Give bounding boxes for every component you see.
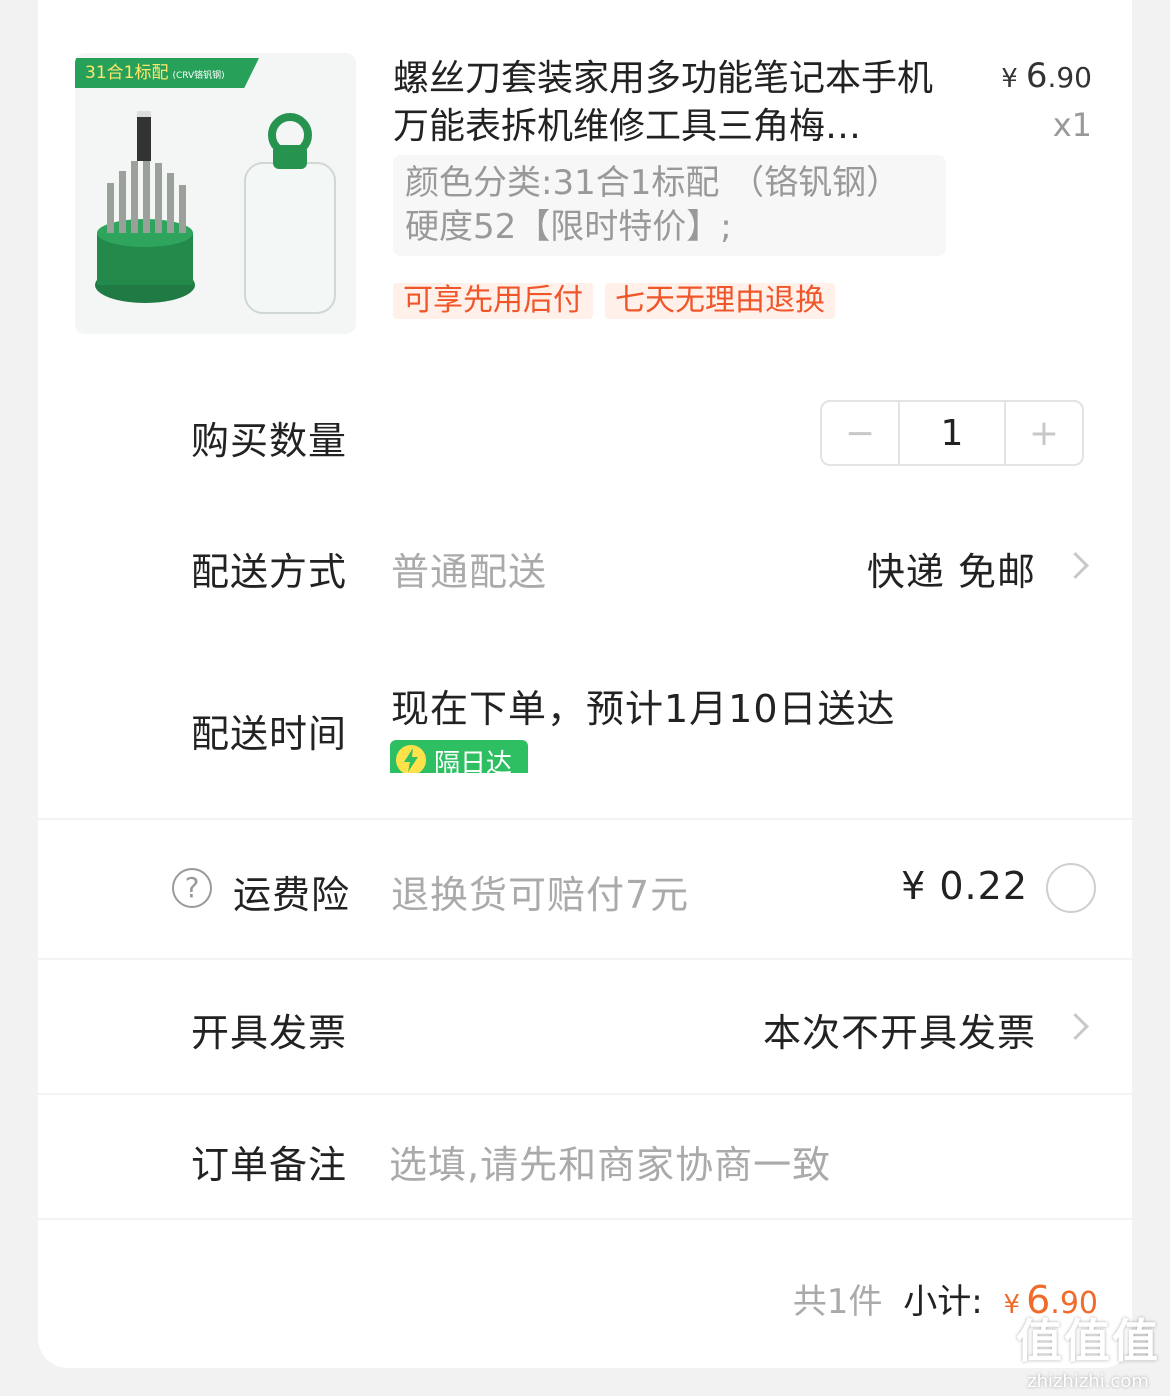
note-label: 订单备注 [191, 1143, 348, 1187]
price-symbol: ¥ [1001, 64, 1018, 94]
divider [38, 1093, 1132, 1095]
watermark-logo: 值值值 [1016, 1314, 1160, 1368]
note-input[interactable]: 选填,请先和商家协商一致 [389, 1134, 831, 1189]
minus-button[interactable]: − [822, 402, 898, 464]
next-day-badge: 隔日达 [390, 740, 528, 773]
insurance-label: 运费险 [233, 873, 351, 917]
sku-info[interactable]: 颜色分类:31合1标配 （铬钒钢）硬度52【限时特价】; [393, 155, 946, 256]
product-price: ¥6.90 [1001, 56, 1092, 96]
screwdriver-set-image [95, 111, 336, 314]
divider [38, 818, 1132, 820]
help-icon[interactable]: ? [172, 868, 212, 908]
tag-pay-later: 可享先用后付 [393, 283, 593, 319]
quantity-stepper: − 1 + [820, 400, 1084, 466]
delivery-label: 配送方式 [191, 550, 348, 594]
watermark-url: zhizhizhi.com [1027, 1371, 1149, 1392]
product-title[interactable]: 螺丝刀套装家用多功能笔记本手机万能表拆机维修工具三角梅… [393, 55, 933, 151]
delivery-time-label: 配送时间 [191, 712, 348, 756]
watermark: 值值值 zhizhizhi.com [1016, 1305, 1160, 1392]
lightning-icon [396, 745, 426, 773]
divider [38, 958, 1132, 960]
insurance-radio[interactable] [1046, 863, 1096, 913]
quantity-label: 购买数量 [191, 419, 348, 463]
badge-label: 隔日达 [434, 749, 513, 773]
product-quantity: x1 [1052, 106, 1092, 144]
service-tags: 可享先用后付 七天无理由退换 [393, 283, 835, 319]
invoice-value[interactable]: 本次不开具发票 [763, 1002, 1036, 1057]
divider [38, 1218, 1132, 1220]
product-thumbnail[interactable]: 31合1标配 (CRV铬钒钢) [75, 53, 356, 334]
insurance-price: ¥ 0.22 [901, 864, 1028, 908]
delivery-value[interactable]: 快递 免邮 [867, 541, 1036, 596]
quantity-input[interactable]: 1 [898, 402, 1006, 464]
price-int: 6 [1025, 56, 1048, 96]
insurance-desc: 退换货可赔付7元 [391, 873, 690, 917]
plus-button[interactable]: + [1006, 402, 1082, 464]
price-dec: .90 [1047, 61, 1092, 94]
invoice-label: 开具发票 [191, 1011, 348, 1055]
tag-7day-return: 七天无理由退换 [605, 283, 835, 319]
subtotal-label: 小计: [903, 1282, 983, 1322]
item-count: 共1件 [792, 1282, 883, 1322]
delivery-time-text: 现在下单，预计1月10日送达 [391, 687, 896, 731]
delivery-method: 普通配送 [391, 550, 548, 594]
